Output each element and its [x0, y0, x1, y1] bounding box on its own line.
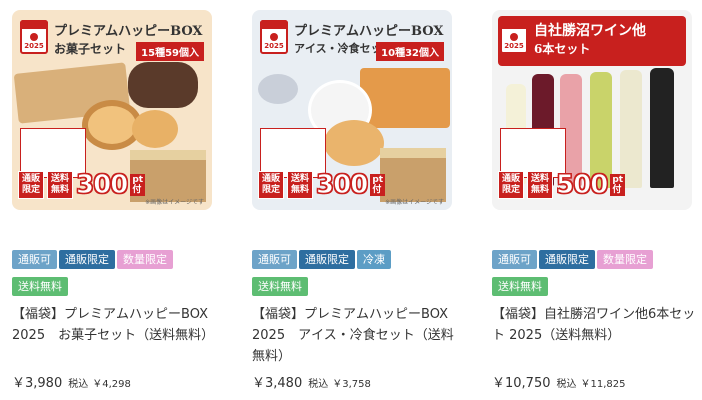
banner-title: 自社勝沼ワイン他 [534, 23, 646, 39]
tag-limited-quantity: 数量限定 [597, 250, 653, 269]
tag-free-shipping: 送料無料 [12, 277, 68, 296]
product-price: ￥3,980 税込 ￥4,298 [12, 372, 131, 391]
product-card[interactable]: 2025 プレミアムハッピーBOX お菓子セット 15種59個入 通販 限定 送… [12, 0, 214, 391]
tag-mail-order: 通販可 [252, 250, 297, 269]
gift-box-decoration [380, 148, 446, 202]
ice-cup-decoration [258, 74, 298, 104]
image-note: ※画像はイメージです [385, 199, 444, 206]
wine-bottle-6 [650, 68, 674, 188]
tax-price: ￥3,758 [332, 379, 371, 390]
calendar-icon: 2025 [20, 20, 48, 54]
limited-label: 通販 限定 [258, 171, 285, 199]
points-value: 300 [76, 170, 129, 201]
limited-label: 通販 限定 [498, 171, 525, 199]
price-value: ￥3,980 [12, 376, 63, 391]
banner-title: プレミアムハッピーBOX [294, 24, 444, 39]
calendar-icon: 2025 [260, 20, 288, 54]
count-badge: 10種32個入 [376, 42, 444, 61]
tax-label: 税込 [556, 379, 577, 390]
product-image[interactable]: 2025 プレミアムハッピーBOX アイス・冷食セット 10種32個入 通販 限… [252, 10, 452, 210]
product-title[interactable]: 【福袋】自社勝沼ワイン他6本セット 2025（送料無料） [492, 304, 702, 346]
free-shipping-label: 送料 無料 [47, 171, 74, 199]
tag-list: 通販可 通販限定 数量限定送料無料 [12, 248, 222, 302]
product-title[interactable]: 【福袋】プレミアムハッピーBOX 2025 アイス・冷食セット（送料無料） [252, 304, 462, 367]
product-banner: 2025 自社勝沼ワイン他 6本セット [498, 16, 686, 66]
cream-puff-decoration [324, 120, 384, 166]
tag-frozen: 冷凍 [357, 250, 391, 269]
banner-subtitle: お菓子セット [54, 42, 127, 56]
tag-mail-order-only: 通販限定 [59, 250, 115, 269]
product-price: ￥3,480 税込 ￥3,758 [252, 372, 371, 391]
points-badge: 通販 限定 送料 無料 300 pt 付 [258, 170, 386, 201]
tag-mail-order-only: 通販限定 [539, 250, 595, 269]
tax-label: 税込 [308, 379, 329, 390]
count-badge: 15種59個入 [136, 42, 204, 61]
calendar-icon: 2025 [500, 20, 528, 54]
limited-label: 通販 限定 [18, 171, 45, 199]
price-value: ￥3,480 [252, 376, 303, 391]
points-unit: pt 付 [130, 174, 146, 196]
points-unit: pt 付 [370, 174, 386, 196]
tag-mail-order-only: 通販限定 [299, 250, 355, 269]
points-badge: 通販 限定 送料 無料 500 pt 付 [498, 170, 626, 201]
free-shipping-label: 送料 無料 [527, 171, 554, 199]
points-badge: 通販 限定 送料 無料 300 pt 付 [18, 170, 146, 201]
points-value: 500 [556, 170, 609, 201]
chocolate-decoration [128, 62, 198, 108]
banner-subtitle: 6本セット [534, 42, 591, 56]
product-banner: 2025 プレミアムハッピーBOX アイス・冷食セット 10種32個入 [258, 16, 446, 66]
points-value: 300 [316, 170, 369, 201]
tag-limited-quantity: 数量限定 [117, 250, 173, 269]
product-price: ￥10,750 税込 ￥11,825 [492, 372, 626, 391]
tag-free-shipping: 送料無料 [252, 277, 308, 296]
points-unit: pt 付 [610, 174, 626, 196]
product-title[interactable]: 【福袋】プレミアムハッピーBOX 2025 お菓子セット（送料無料） [12, 304, 222, 346]
pizza-decoration [360, 68, 450, 128]
free-shipping-label: 送料 無料 [287, 171, 314, 199]
product-card[interactable]: 2025 プレミアムハッピーBOX アイス・冷食セット 10種32個入 通販 限… [252, 0, 454, 391]
product-image[interactable]: 2025 自社勝沼ワイン他 6本セット 通販 限定 送料 無料 500 pt 付 [492, 10, 692, 210]
image-note: ※画像はイメージです [145, 199, 204, 206]
tag-list: 通販可 通販限定 冷凍送料無料 [252, 248, 462, 302]
tag-free-shipping: 送料無料 [492, 277, 548, 296]
tax-price: ￥4,298 [92, 379, 131, 390]
tax-label: 税込 [68, 379, 89, 390]
tax-price: ￥11,825 [580, 379, 626, 390]
tag-list: 通販可 通販限定 数量限定送料無料 [492, 248, 702, 302]
madeleine-decoration [132, 110, 178, 148]
banner-title: プレミアムハッピーBOX [54, 24, 203, 39]
product-card[interactable]: 2025 自社勝沼ワイン他 6本セット 通販 限定 送料 無料 500 pt 付… [492, 0, 695, 391]
price-value: ￥10,750 [492, 376, 551, 391]
tag-mail-order: 通販可 [492, 250, 537, 269]
product-banner: 2025 プレミアムハッピーBOX お菓子セット 15種59個入 [18, 16, 206, 66]
tag-mail-order: 通販可 [12, 250, 57, 269]
product-image[interactable]: 2025 プレミアムハッピーBOX お菓子セット 15種59個入 通販 限定 送… [12, 10, 212, 210]
